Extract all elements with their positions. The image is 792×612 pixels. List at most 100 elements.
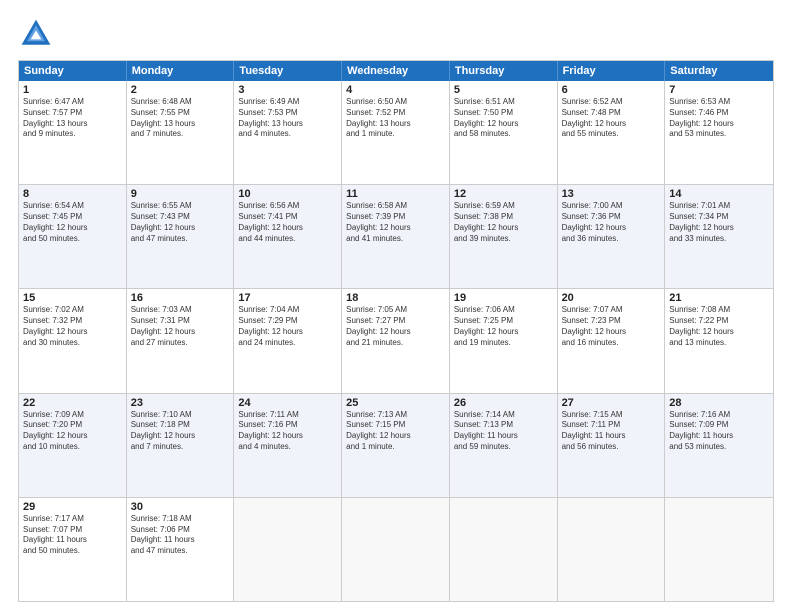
calendar-cell-23: 23Sunrise: 7:10 AMSunset: 7:18 PMDayligh… — [127, 394, 235, 497]
calendar: SundayMondayTuesdayWednesdayThursdayFrid… — [18, 60, 774, 602]
cell-text: Sunrise: 6:58 AMSunset: 7:39 PMDaylight:… — [346, 201, 445, 244]
day-number: 18 — [346, 292, 445, 304]
cell-text: Sunrise: 6:54 AMSunset: 7:45 PMDaylight:… — [23, 201, 122, 244]
calendar-cell-empty — [342, 498, 450, 601]
cell-text: Sunrise: 7:16 AMSunset: 7:09 PMDaylight:… — [669, 410, 769, 453]
calendar-cell-10: 10Sunrise: 6:56 AMSunset: 7:41 PMDayligh… — [234, 185, 342, 288]
cell-text: Sunrise: 6:53 AMSunset: 7:46 PMDaylight:… — [669, 97, 769, 140]
calendar-cell-1: 1Sunrise: 6:47 AMSunset: 7:57 PMDaylight… — [19, 81, 127, 184]
calendar-cell-30: 30Sunrise: 7:18 AMSunset: 7:06 PMDayligh… — [127, 498, 235, 601]
day-number: 22 — [23, 397, 122, 409]
day-number: 7 — [669, 84, 769, 96]
calendar-cell-28: 28Sunrise: 7:16 AMSunset: 7:09 PMDayligh… — [665, 394, 773, 497]
calendar-cell-3: 3Sunrise: 6:49 AMSunset: 7:53 PMDaylight… — [234, 81, 342, 184]
calendar-cell-24: 24Sunrise: 7:11 AMSunset: 7:16 PMDayligh… — [234, 394, 342, 497]
calendar-cell-18: 18Sunrise: 7:05 AMSunset: 7:27 PMDayligh… — [342, 289, 450, 392]
calendar-cell-7: 7Sunrise: 6:53 AMSunset: 7:46 PMDaylight… — [665, 81, 773, 184]
cell-text: Sunrise: 6:56 AMSunset: 7:41 PMDaylight:… — [238, 201, 337, 244]
cell-text: Sunrise: 6:50 AMSunset: 7:52 PMDaylight:… — [346, 97, 445, 140]
cell-text: Sunrise: 7:00 AMSunset: 7:36 PMDaylight:… — [562, 201, 661, 244]
day-number: 23 — [131, 397, 230, 409]
day-number: 2 — [131, 84, 230, 96]
calendar-body: 1Sunrise: 6:47 AMSunset: 7:57 PMDaylight… — [19, 81, 773, 601]
calendar-cell-20: 20Sunrise: 7:07 AMSunset: 7:23 PMDayligh… — [558, 289, 666, 392]
day-number: 30 — [131, 501, 230, 513]
calendar-cell-4: 4Sunrise: 6:50 AMSunset: 7:52 PMDaylight… — [342, 81, 450, 184]
logo-icon — [18, 16, 54, 52]
header-day-thursday: Thursday — [450, 61, 558, 81]
logo — [18, 16, 60, 52]
cell-text: Sunrise: 7:15 AMSunset: 7:11 PMDaylight:… — [562, 410, 661, 453]
day-number: 26 — [454, 397, 553, 409]
cell-text: Sunrise: 6:49 AMSunset: 7:53 PMDaylight:… — [238, 97, 337, 140]
calendar-cell-empty — [450, 498, 558, 601]
day-number: 12 — [454, 188, 553, 200]
header-day-wednesday: Wednesday — [342, 61, 450, 81]
cell-text: Sunrise: 6:59 AMSunset: 7:38 PMDaylight:… — [454, 201, 553, 244]
day-number: 21 — [669, 292, 769, 304]
calendar-row-3: 22Sunrise: 7:09 AMSunset: 7:20 PMDayligh… — [19, 393, 773, 497]
day-number: 5 — [454, 84, 553, 96]
day-number: 25 — [346, 397, 445, 409]
cell-text: Sunrise: 7:01 AMSunset: 7:34 PMDaylight:… — [669, 201, 769, 244]
day-number: 6 — [562, 84, 661, 96]
cell-text: Sunrise: 7:18 AMSunset: 7:06 PMDaylight:… — [131, 514, 230, 557]
cell-text: Sunrise: 6:52 AMSunset: 7:48 PMDaylight:… — [562, 97, 661, 140]
cell-text: Sunrise: 6:48 AMSunset: 7:55 PMDaylight:… — [131, 97, 230, 140]
day-number: 1 — [23, 84, 122, 96]
header-day-sunday: Sunday — [19, 61, 127, 81]
cell-text: Sunrise: 7:06 AMSunset: 7:25 PMDaylight:… — [454, 305, 553, 348]
day-number: 13 — [562, 188, 661, 200]
day-number: 29 — [23, 501, 122, 513]
day-number: 20 — [562, 292, 661, 304]
day-number: 17 — [238, 292, 337, 304]
day-number: 8 — [23, 188, 122, 200]
cell-text: Sunrise: 7:10 AMSunset: 7:18 PMDaylight:… — [131, 410, 230, 453]
calendar-cell-27: 27Sunrise: 7:15 AMSunset: 7:11 PMDayligh… — [558, 394, 666, 497]
calendar-cell-21: 21Sunrise: 7:08 AMSunset: 7:22 PMDayligh… — [665, 289, 773, 392]
cell-text: Sunrise: 7:02 AMSunset: 7:32 PMDaylight:… — [23, 305, 122, 348]
day-number: 28 — [669, 397, 769, 409]
cell-text: Sunrise: 7:04 AMSunset: 7:29 PMDaylight:… — [238, 305, 337, 348]
calendar-cell-25: 25Sunrise: 7:13 AMSunset: 7:15 PMDayligh… — [342, 394, 450, 497]
day-number: 3 — [238, 84, 337, 96]
calendar-cell-5: 5Sunrise: 6:51 AMSunset: 7:50 PMDaylight… — [450, 81, 558, 184]
day-number: 19 — [454, 292, 553, 304]
day-number: 16 — [131, 292, 230, 304]
header-day-tuesday: Tuesday — [234, 61, 342, 81]
calendar-cell-empty — [234, 498, 342, 601]
cell-text: Sunrise: 7:17 AMSunset: 7:07 PMDaylight:… — [23, 514, 122, 557]
calendar-cell-26: 26Sunrise: 7:14 AMSunset: 7:13 PMDayligh… — [450, 394, 558, 497]
cell-text: Sunrise: 7:07 AMSunset: 7:23 PMDaylight:… — [562, 305, 661, 348]
calendar-row-0: 1Sunrise: 6:47 AMSunset: 7:57 PMDaylight… — [19, 81, 773, 184]
page: SundayMondayTuesdayWednesdayThursdayFrid… — [0, 0, 792, 612]
day-number: 27 — [562, 397, 661, 409]
calendar-cell-12: 12Sunrise: 6:59 AMSunset: 7:38 PMDayligh… — [450, 185, 558, 288]
cell-text: Sunrise: 7:13 AMSunset: 7:15 PMDaylight:… — [346, 410, 445, 453]
cell-text: Sunrise: 7:08 AMSunset: 7:22 PMDaylight:… — [669, 305, 769, 348]
calendar-row-4: 29Sunrise: 7:17 AMSunset: 7:07 PMDayligh… — [19, 497, 773, 601]
header-day-saturday: Saturday — [665, 61, 773, 81]
cell-text: Sunrise: 7:05 AMSunset: 7:27 PMDaylight:… — [346, 305, 445, 348]
calendar-cell-6: 6Sunrise: 6:52 AMSunset: 7:48 PMDaylight… — [558, 81, 666, 184]
header-day-monday: Monday — [127, 61, 235, 81]
day-number: 24 — [238, 397, 337, 409]
cell-text: Sunrise: 6:55 AMSunset: 7:43 PMDaylight:… — [131, 201, 230, 244]
calendar-cell-empty — [665, 498, 773, 601]
calendar-cell-15: 15Sunrise: 7:02 AMSunset: 7:32 PMDayligh… — [19, 289, 127, 392]
calendar-cell-19: 19Sunrise: 7:06 AMSunset: 7:25 PMDayligh… — [450, 289, 558, 392]
header — [18, 16, 774, 52]
calendar-cell-29: 29Sunrise: 7:17 AMSunset: 7:07 PMDayligh… — [19, 498, 127, 601]
day-number: 9 — [131, 188, 230, 200]
calendar-header: SundayMondayTuesdayWednesdayThursdayFrid… — [19, 61, 773, 81]
calendar-cell-8: 8Sunrise: 6:54 AMSunset: 7:45 PMDaylight… — [19, 185, 127, 288]
day-number: 15 — [23, 292, 122, 304]
calendar-cell-2: 2Sunrise: 6:48 AMSunset: 7:55 PMDaylight… — [127, 81, 235, 184]
cell-text: Sunrise: 6:47 AMSunset: 7:57 PMDaylight:… — [23, 97, 122, 140]
cell-text: Sunrise: 6:51 AMSunset: 7:50 PMDaylight:… — [454, 97, 553, 140]
cell-text: Sunrise: 7:09 AMSunset: 7:20 PMDaylight:… — [23, 410, 122, 453]
calendar-cell-14: 14Sunrise: 7:01 AMSunset: 7:34 PMDayligh… — [665, 185, 773, 288]
header-day-friday: Friday — [558, 61, 666, 81]
calendar-cell-16: 16Sunrise: 7:03 AMSunset: 7:31 PMDayligh… — [127, 289, 235, 392]
cell-text: Sunrise: 7:03 AMSunset: 7:31 PMDaylight:… — [131, 305, 230, 348]
